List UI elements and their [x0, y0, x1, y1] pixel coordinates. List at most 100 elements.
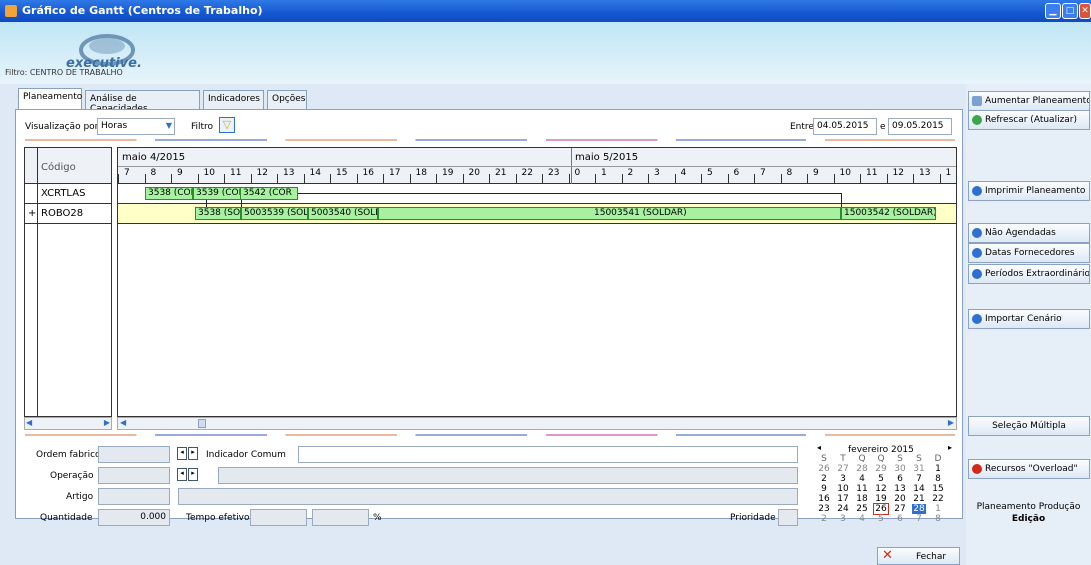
calendar-day[interactable]: 9	[817, 484, 831, 494]
tempo-field[interactable]	[250, 509, 307, 526]
arrow-right-icon[interactable]: ▶	[104, 418, 110, 427]
tab-planeamento[interactable]: Planeamento	[18, 88, 82, 109]
calendar-day[interactable]: 20	[893, 494, 907, 504]
calendar-day[interactable]: 17	[836, 494, 850, 504]
hour-tick-mark	[674, 174, 676, 183]
datas-fornecedores-button[interactable]: Datas Fornecedores	[968, 243, 1090, 263]
next-icon[interactable]: ▸	[188, 447, 198, 460]
calendar-day[interactable]: 2	[817, 514, 831, 524]
calendar-day[interactable]: 5	[874, 474, 888, 484]
periodos-extraordinarios-button[interactable]: Períodos Extraordinários	[968, 264, 1090, 284]
calendar-day[interactable]: 31	[912, 464, 926, 474]
prev-month-icon[interactable]: ◂	[817, 443, 821, 452]
calendar-day[interactable]: 27	[893, 504, 907, 514]
ordem-field[interactable]	[98, 446, 170, 463]
calendar-day[interactable]: 8	[931, 474, 945, 484]
calendar-day[interactable]: 7	[912, 514, 926, 524]
minimize-icon[interactable]: ▁	[1045, 3, 1061, 19]
calendar-day[interactable]: 3	[836, 474, 850, 484]
refrescar-button[interactable]: Refrescar (Atualizar)	[968, 110, 1090, 130]
calendar-day[interactable]: 27	[836, 464, 850, 474]
calendar-day[interactable]: 21	[912, 494, 926, 504]
calendar-day[interactable]: 25	[855, 504, 869, 514]
gantt-bar[interactable]: 5003540 (SOLDAR	[308, 207, 378, 220]
calendar-day[interactable]: 26	[873, 503, 889, 515]
selecao-multipla-button[interactable]: Seleção Múltipla	[968, 416, 1090, 436]
operacao-field[interactable]	[98, 467, 170, 484]
artigo-field[interactable]	[98, 488, 170, 505]
nao-agendadas-button[interactable]: Não Agendadas	[968, 223, 1090, 243]
calendar-day[interactable]: 1	[931, 504, 945, 514]
calendar-day[interactable]: 24	[836, 504, 850, 514]
arrow-left-icon[interactable]: ◀	[120, 418, 126, 427]
indicador-field[interactable]	[298, 446, 798, 463]
calendar-day[interactable]: 2	[817, 474, 831, 484]
calendar-day[interactable]: 19	[874, 494, 888, 504]
calendar-day[interactable]: 12	[874, 484, 888, 494]
recursos-overload-button[interactable]: Recursos "Overload"	[968, 459, 1090, 479]
calendar-day[interactable]: 28	[912, 504, 926, 514]
calendar-day[interactable]: 10	[836, 484, 850, 494]
calendar-day[interactable]: 6	[893, 514, 907, 524]
button-label: Importar Cenário	[985, 314, 1062, 324]
calendar-day[interactable]: 29	[874, 464, 888, 474]
arrow-left-icon[interactable]: ◀	[26, 418, 32, 427]
calendar-day[interactable]: 1	[931, 464, 945, 474]
funnel-icon[interactable]: ▽	[219, 117, 235, 133]
date-to-input[interactable]: 09.05.2015	[888, 118, 952, 135]
view-by-select[interactable]: Horas ▼	[97, 118, 175, 135]
calendar-day[interactable]: 18	[855, 494, 869, 504]
calendar-day[interactable]: 26	[817, 464, 831, 474]
tab-opcoes[interactable]: Opções	[267, 90, 307, 109]
gantt-bar[interactable]: 3538 (SOLD	[195, 207, 241, 220]
calendar-day[interactable]: 3	[836, 514, 850, 524]
prev-icon[interactable]: ◂	[177, 447, 187, 460]
imprimir-planeamento-button[interactable]: Imprimir Planeamento	[968, 181, 1090, 201]
gantt-bar[interactable]: 3542 (COR	[240, 187, 298, 200]
date-from-input[interactable]: 04.05.2015	[813, 118, 877, 135]
calendar-day[interactable]: 23	[817, 504, 831, 514]
next-month-icon[interactable]: ▸	[948, 443, 952, 452]
calendar-day[interactable]: 6	[893, 474, 907, 484]
button-label: Imprimir Planeamento	[985, 186, 1086, 196]
calendar-day[interactable]: 11	[855, 484, 869, 494]
expand-icon[interactable]: +	[28, 208, 36, 219]
calendar-day[interactable]: 15	[931, 484, 945, 494]
prioridade-field[interactable]	[778, 509, 798, 526]
gantt-bar[interactable]: 3538 (COR	[145, 187, 193, 200]
calendar-day[interactable]: 30	[893, 464, 907, 474]
button-label: Datas Fornecedores	[985, 248, 1075, 258]
tab-analise-capacidades[interactable]: Análise de Capacidades	[85, 90, 200, 114]
calendar-day[interactable]: 16	[817, 494, 831, 504]
calendar-day[interactable]: 4	[855, 474, 869, 484]
prev-icon[interactable]: ◂	[177, 468, 187, 481]
tempo-percent-field[interactable]	[312, 509, 369, 526]
left-scrollbar[interactable]: ◀ ▶	[24, 417, 112, 430]
hour-tick-label: 8	[786, 168, 793, 178]
calendar-day[interactable]: 22	[931, 494, 945, 504]
maximize-icon[interactable]: □	[1062, 3, 1078, 19]
calendar-day[interactable]: 7	[912, 474, 926, 484]
hour-tick-mark	[833, 174, 835, 183]
calendar-day[interactable]: 4	[855, 514, 869, 524]
importar-cenario-button[interactable]: Importar Cenário	[968, 309, 1090, 329]
arrow-right-icon[interactable]: ▶	[948, 418, 954, 427]
quantidade-field[interactable]: 0.000	[98, 509, 170, 526]
fechar-button[interactable]: ✕ Fechar	[877, 547, 960, 565]
gantt-bar[interactable]: 3539 (COR	[193, 187, 241, 200]
hour-tick-label: 21	[495, 168, 507, 178]
gantt-bar[interactable]: 15003542 (SOLDAR)	[841, 207, 936, 220]
horizontal-scrollbar[interactable]: ◀ ▶	[117, 417, 957, 430]
gantt-bar[interactable]: 5003539 (SOLDAR	[241, 207, 308, 220]
close-icon[interactable]: ✕	[1079, 3, 1091, 19]
scroll-thumb[interactable]	[198, 419, 206, 428]
calendar-day[interactable]: 14	[912, 484, 926, 494]
calendar-day[interactable]: 28	[855, 464, 869, 474]
gantt-bar[interactable]: 15003541 (SOLDAR)	[378, 207, 841, 220]
next-icon[interactable]: ▸	[188, 468, 198, 481]
calendar-day[interactable]: 8	[931, 514, 945, 524]
calendar-day[interactable]: 5	[874, 514, 888, 524]
calendar-day[interactable]: 13	[893, 484, 907, 494]
tab-indicadores[interactable]: Indicadores	[203, 90, 264, 109]
aumentar-planeamento-button[interactable]: Aumentar Planeamento	[968, 91, 1090, 111]
